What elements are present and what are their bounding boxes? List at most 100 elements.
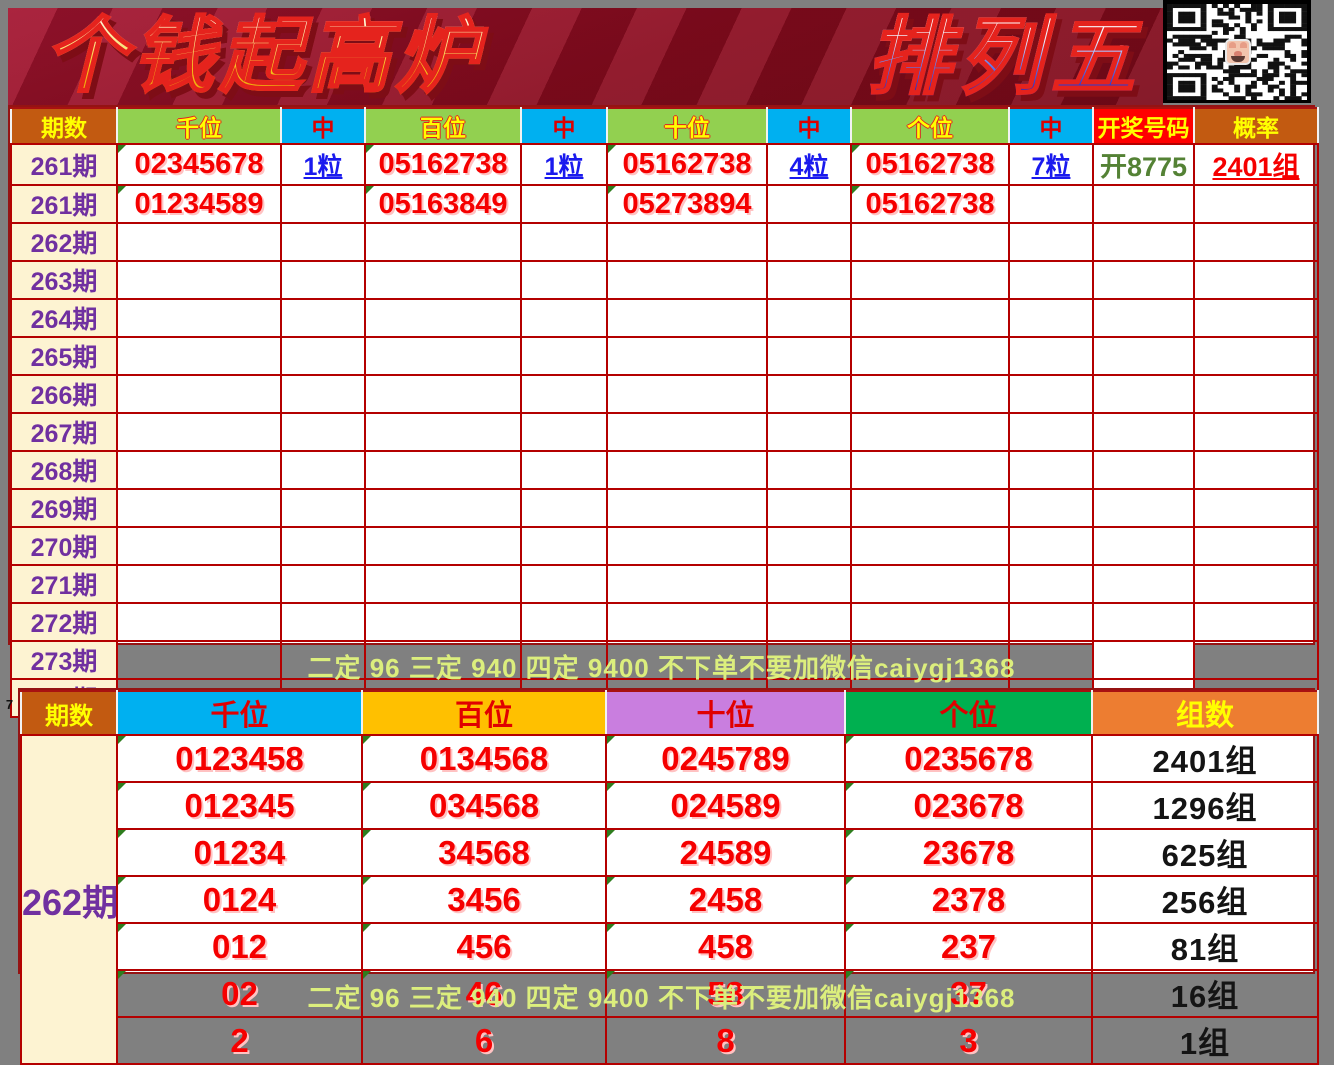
col-header-open-number: 开奖号码	[1092, 107, 1195, 145]
cell-hit	[1008, 450, 1094, 490]
col-header-gewei: 个位	[850, 107, 1010, 145]
cell-hit	[1008, 260, 1094, 300]
cell-period: 267期	[10, 412, 118, 452]
table2-row: 01234 34568 24589 23678 625组	[21, 828, 1319, 877]
cell-digits	[850, 222, 1010, 262]
table1-row: 271期	[10, 564, 1319, 604]
cell-probability	[1193, 374, 1319, 414]
col-header-baiwei: 百位	[364, 107, 522, 145]
table2-row: 012 456 458 237 81组	[21, 922, 1319, 971]
cell-probability	[1193, 602, 1319, 642]
cell-hit	[520, 450, 608, 490]
cell-digits	[850, 374, 1010, 414]
table1-row: 263期	[10, 260, 1319, 300]
col-header-qianwei: 千位	[116, 107, 282, 145]
cell-digits: 0134568	[361, 734, 607, 783]
cell-digits: 237	[844, 922, 1093, 971]
cell-digits	[116, 564, 282, 604]
cell-digits: 05162738	[850, 184, 1010, 224]
cell-hit	[280, 526, 366, 566]
cell-open-number	[1092, 336, 1195, 376]
cell-hit: 1粒	[280, 143, 366, 186]
detail-grid: 期数 千位 百位 十位 个位 组数 262期 0123458 0134568 0…	[18, 688, 1319, 1065]
cell-digits: 6	[361, 1016, 607, 1065]
cell-digits	[364, 412, 522, 452]
cell-digits: 01234589	[116, 184, 282, 224]
cell-digits	[850, 336, 1010, 376]
cell-open-number	[1092, 564, 1195, 604]
cell-open-number	[1092, 526, 1195, 566]
cell-digits	[606, 336, 768, 376]
cell-digits: 05273894	[606, 184, 768, 224]
cell-period: 265期	[10, 336, 118, 376]
cell-digits: 02345678	[116, 143, 282, 186]
cell-hit	[1008, 602, 1094, 642]
table1-row: 266期	[10, 374, 1319, 414]
cell-digits	[850, 260, 1010, 300]
cell-digits: 0245789	[605, 734, 846, 783]
cell-probability	[1193, 526, 1319, 566]
cell-hit	[766, 374, 852, 414]
cell-digits: 23678	[844, 828, 1093, 877]
table1-row: 267期	[10, 412, 1319, 452]
cell-hit: 7粒	[1008, 143, 1094, 186]
cell-digits	[116, 298, 282, 338]
cell-digits	[116, 450, 282, 490]
cell-digits: 05162738	[364, 143, 522, 186]
table1-row: 272期	[10, 602, 1319, 642]
cell-digits	[850, 602, 1010, 642]
cell-hit	[520, 564, 608, 604]
cell-digits: 01234	[116, 828, 363, 877]
cell-digits	[116, 412, 282, 452]
qr-avatar-pig-icon	[1225, 39, 1251, 65]
cell-period: 270期	[10, 526, 118, 566]
cell-groups: 256组	[1091, 875, 1319, 924]
cell-period: 266期	[10, 374, 118, 414]
banner-title-left: 个钱起高炉	[43, 10, 484, 102]
cell-digits: 012345	[116, 781, 363, 830]
cell-hit	[766, 336, 852, 376]
cell-hit	[766, 564, 852, 604]
cell-period: 271期	[10, 564, 118, 604]
cell-groups: 1296组	[1091, 781, 1319, 830]
cell-hit	[1008, 526, 1094, 566]
cell-hit	[520, 222, 608, 262]
col-header-period: 期数	[10, 107, 118, 145]
cell-probability	[1193, 298, 1319, 338]
cell-period: 269期	[10, 488, 118, 528]
table2-header-row: 期数 千位 百位 十位 个位 组数	[20, 690, 1319, 736]
cell-hit	[520, 526, 608, 566]
cell-digits: 012	[116, 922, 363, 971]
cell-digits	[606, 374, 768, 414]
cell-hit	[280, 602, 366, 642]
col-header-hit1: 中	[280, 107, 366, 145]
cell-digits	[606, 222, 768, 262]
cell-digits: 2	[116, 1016, 363, 1065]
cell-period: 264期	[10, 298, 118, 338]
cell-hit	[1008, 564, 1094, 604]
cell-hit	[1008, 222, 1094, 262]
cell-digits	[606, 450, 768, 490]
cell-digits	[364, 526, 522, 566]
cell-digits	[850, 526, 1010, 566]
cell-hit	[1008, 488, 1094, 528]
cell-groups: 81组	[1091, 922, 1319, 971]
cell-digits	[606, 526, 768, 566]
cell-digits	[606, 602, 768, 642]
cell-open-number	[1092, 450, 1195, 490]
cell-hit	[520, 602, 608, 642]
cell-digits	[606, 564, 768, 604]
cell-digits	[850, 450, 1010, 490]
cell-hit	[520, 412, 608, 452]
cell-hit	[1008, 336, 1094, 376]
col-header-hit3: 中	[766, 107, 852, 145]
cell-digits	[850, 412, 1010, 452]
cell-open-number	[1092, 488, 1195, 528]
cell-digits: 34568	[361, 828, 607, 877]
cell-digits: 3456	[361, 875, 607, 924]
cell-digits	[364, 450, 522, 490]
cell-hit	[1008, 374, 1094, 414]
cell-digits	[364, 298, 522, 338]
cell-hit	[766, 450, 852, 490]
cell-digits	[116, 222, 282, 262]
